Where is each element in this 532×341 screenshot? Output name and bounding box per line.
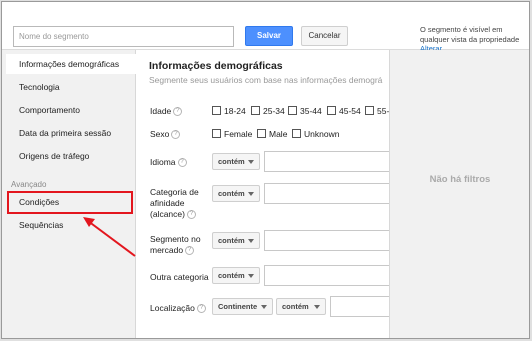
- arrow-shaft: [87, 220, 136, 257]
- segment-editor: Nome do segmento Salvar Cancelar O segme…: [1, 1, 530, 339]
- annotation-arrow: [83, 217, 136, 257]
